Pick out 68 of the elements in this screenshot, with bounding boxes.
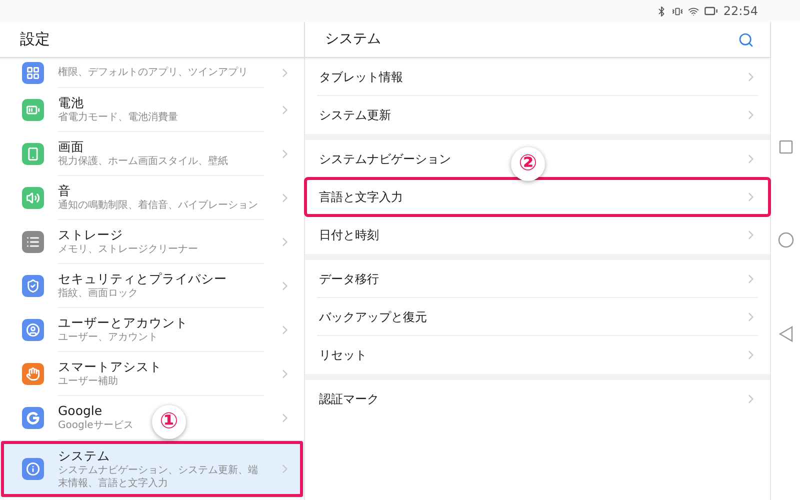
phone-icon [22, 143, 44, 165]
item-subtitle: 省電力モード、電池消費量 [58, 111, 178, 124]
row-label: 言語と文字入力 [319, 188, 403, 206]
speaker-icon [22, 187, 44, 209]
list-icon [22, 231, 44, 253]
item-subtitle: Googleサービス [58, 419, 134, 432]
settings-item[interactable]: システム システムナビゲーション、システム更新、端末情報、言語と文字入力 [0, 440, 304, 498]
g-logo-icon [22, 407, 44, 429]
panel-title: 設定 [20, 29, 50, 50]
vibrate-icon [672, 6, 684, 16]
user-icon [22, 319, 44, 341]
menu-row[interactable]: データ移行 [305, 260, 770, 298]
hand-icon [22, 363, 44, 385]
settings-item[interactable]: ストレージ メモリ、ストレージクリーナー [0, 220, 304, 264]
row-label: データ移行 [319, 270, 379, 288]
row-label: 認証マーク [319, 391, 379, 408]
row-label: バックアップと復元 [319, 308, 427, 326]
search-icon[interactable] [738, 32, 754, 48]
menu-row[interactable]: タブレット情報 [305, 58, 770, 96]
settings-item[interactable]: 電池 省電力モード、電池消費量 [0, 88, 304, 132]
item-subtitle: 通知の鳴動制限、着信音、バイブレーション [58, 199, 258, 212]
item-subtitle: ユーザー補助 [58, 375, 118, 388]
settings-item[interactable]: ユーザーとアカウント ユーザー、アカウント [0, 308, 304, 352]
item-subtitle: メモリ、ストレージクリーナー [58, 243, 198, 256]
battery-status-icon [704, 4, 718, 18]
home-icon[interactable] [778, 232, 794, 248]
menu-row[interactable]: 認証マーク [305, 380, 770, 418]
menu-row[interactable]: 日付と時刻 [305, 216, 770, 254]
item-title: 音 [58, 183, 71, 199]
item-subtitle: システムナビゲーション、システム更新、端末情報、言語と文字入力 [58, 464, 259, 490]
item-title: ストレージ [58, 227, 123, 243]
row-label: タブレット情報 [319, 68, 403, 86]
step-number-badge: ② [511, 147, 545, 181]
item-subtitle: 視力保護、ホーム画面スタイル、壁紙 [58, 155, 228, 168]
info-icon [22, 458, 44, 480]
item-subtitle: 指紋、画面ロック [58, 287, 138, 300]
menu-row[interactable]: 言語と文字入力 [305, 178, 770, 216]
back-icon[interactable] [778, 326, 792, 342]
clock-time: 22:54 [723, 3, 758, 20]
item-title: Google [58, 403, 102, 419]
recent-apps-icon[interactable] [778, 140, 792, 154]
settings-item[interactable]: スマートアシスト ユーザー補助 [0, 352, 304, 396]
item-title: セキュリティとプライバシー [58, 271, 227, 287]
shield-icon [22, 275, 44, 297]
settings-item[interactable]: セキュリティとプライバシー 指紋、画面ロック [0, 264, 304, 308]
item-title: ユーザーとアカウント [58, 315, 188, 331]
settings-item[interactable]: 権限、デフォルトのアプリ、ツインアプリ [0, 58, 304, 88]
settings-item[interactable]: 音 通知の鳴動制限、着信音、バイブレーション [0, 176, 304, 220]
bluetooth-icon [656, 6, 668, 16]
menu-row[interactable]: システム更新 [305, 96, 770, 134]
item-title: システム [58, 448, 110, 464]
item-title: 電池 [58, 95, 84, 111]
row-label: リセット [319, 347, 367, 364]
wifi-icon [688, 6, 700, 16]
step-number-badge: ① [152, 405, 186, 439]
panel-title: システム [325, 30, 381, 49]
menu-row[interactable]: バックアップと復元 [305, 298, 770, 336]
item-title: スマートアシスト [58, 359, 162, 375]
settings-item[interactable]: 画面 視力保護、ホーム画面スタイル、壁紙 [0, 132, 304, 176]
battery-icon [22, 99, 44, 121]
item-subtitle: ユーザー、アカウント [58, 331, 158, 344]
item-title: 画面 [58, 139, 84, 155]
grid-icon [22, 62, 44, 84]
row-label: システムナビゲーション [319, 150, 451, 168]
item-subtitle: 権限、デフォルトのアプリ、ツインアプリ [58, 66, 248, 79]
row-label: 日付と時刻 [319, 227, 379, 244]
menu-row[interactable]: リセット [305, 336, 770, 374]
row-label: システム更新 [319, 107, 391, 124]
